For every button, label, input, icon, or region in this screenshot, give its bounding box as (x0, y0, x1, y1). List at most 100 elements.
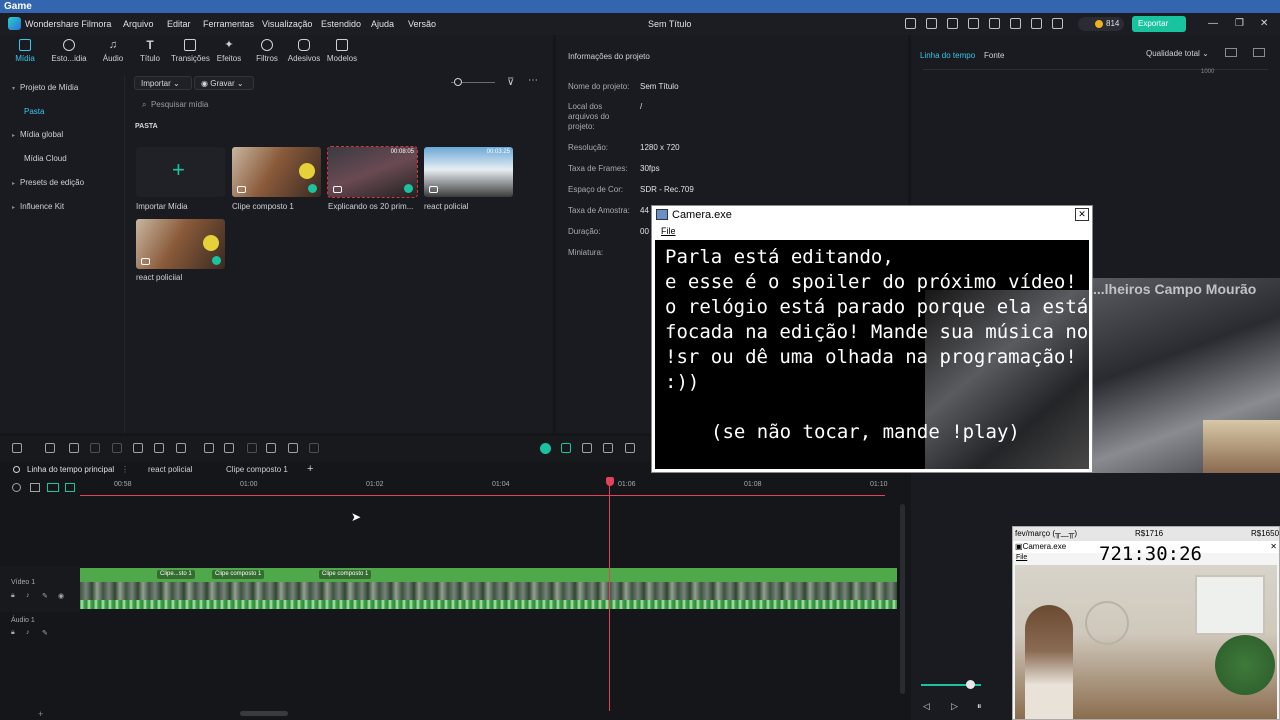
filter-funnel-icon[interactable]: ⊽ (507, 77, 514, 88)
maximize-icon[interactable]: ❐ (1235, 18, 1244, 29)
speed-icon[interactable] (224, 443, 234, 453)
menu-ferramentas[interactable]: Ferramentas (203, 19, 254, 29)
tab-stock-media[interactable]: Esto...idia (50, 39, 88, 63)
menu-versao[interactable]: Versão (408, 19, 436, 29)
select-arrow-icon[interactable] (45, 443, 55, 453)
snap-icon[interactable] (561, 443, 571, 453)
file-menu[interactable]: File (1016, 554, 1027, 561)
media-thumb-clipe-composto[interactable] (232, 147, 321, 197)
sidebar-item-influence-kit[interactable]: ▸ Influence Kit (12, 200, 64, 214)
magnet-icon[interactable] (47, 483, 59, 492)
redo-icon[interactable] (90, 443, 100, 453)
more-options-icon[interactable]: ⋯ (528, 75, 538, 86)
prev-frame-icon[interactable]: ◁ (923, 701, 930, 712)
file-menu[interactable]: File (661, 226, 676, 236)
menu-ajuda[interactable]: Ajuda (371, 19, 394, 29)
menu-editar[interactable]: Editar (167, 19, 191, 29)
timeline-vertical-scrollbar[interactable] (900, 504, 905, 694)
sidebar-item-midia-global[interactable]: ▸ Mídia global (12, 128, 63, 142)
pause-icon[interactable]: ⏸ (977, 701, 982, 712)
cloud-icon[interactable] (1010, 18, 1021, 29)
import-dropdown[interactable]: Importar ⌄ (134, 76, 192, 90)
tab-react-policial[interactable]: react policial (148, 465, 192, 474)
quality-dropdown[interactable]: Qualidade total ⌄ (1146, 48, 1212, 60)
snapshot-icon[interactable] (1225, 48, 1237, 57)
track-lock-icon[interactable]: 🔒︎ (11, 592, 15, 600)
timeline-scrollbar[interactable] (240, 711, 288, 716)
mic-icon[interactable] (603, 443, 613, 453)
record-dropdown[interactable]: ◉ Gravar ⌄ (194, 76, 254, 90)
audio-mix-icon[interactable] (625, 443, 635, 453)
ai-tool-icon[interactable] (288, 443, 298, 453)
add-tab-icon[interactable]: + (307, 463, 313, 475)
media-thumb-explicando[interactable]: 00:08:05 (327, 146, 418, 198)
tab-audio[interactable]: ♫ Áudio (94, 39, 132, 63)
tab-templates[interactable]: Modelos (323, 39, 361, 63)
tab-main-timeline[interactable]: Linha do tempo principal (27, 465, 114, 474)
crop-icon[interactable] (176, 443, 186, 453)
close-icon[interactable]: ✕ (1075, 208, 1089, 221)
close-icon[interactable]: ✕ (1260, 18, 1268, 29)
delete-icon[interactable] (112, 443, 122, 453)
keyboard-icon[interactable] (968, 18, 979, 29)
tab-transitions[interactable]: Transições (171, 39, 210, 63)
close-icon[interactable]: ✕ (1270, 542, 1277, 551)
search-input[interactable]: ⌕ Pesquisar mídia (134, 97, 539, 113)
split-icon[interactable] (133, 443, 143, 453)
add-track-icon[interactable]: + (38, 709, 43, 719)
tab-title[interactable]: T Título (131, 39, 169, 63)
menu-visualizacao[interactable]: Visualização (262, 19, 312, 29)
tab-source-view[interactable]: Fonte (984, 51, 1004, 60)
freeze-icon[interactable] (266, 443, 276, 453)
sidebar-item-midia-cloud[interactable]: Mídia Cloud (24, 152, 67, 166)
link-icon[interactable] (30, 483, 40, 492)
send-icon[interactable] (926, 18, 937, 29)
volume-slider-handle[interactable] (966, 680, 975, 689)
fullscreen-icon[interactable] (1253, 48, 1265, 57)
shield-icon[interactable] (582, 443, 592, 453)
timeline-icon (13, 466, 20, 473)
tab-clipe-composto[interactable]: Clipe composto 1 (226, 465, 288, 474)
menu-arquivo[interactable]: Arquivo (123, 19, 154, 29)
tab-effects[interactable]: ✦ Efeitos (210, 39, 248, 63)
tab-timeline-view[interactable]: Linha do tempo (920, 51, 975, 60)
track-lock-icon[interactable]: 🔒︎ (11, 629, 15, 637)
headset-icon[interactable] (1031, 18, 1042, 29)
zoom-slider-handle[interactable] (454, 78, 462, 86)
media-thumb-react-policial[interactable]: 00:03:25 (424, 147, 513, 197)
tab-filters[interactable]: Filtros (248, 39, 286, 63)
more-tools-icon[interactable] (309, 443, 319, 453)
tab-media[interactable]: Mídia (6, 39, 44, 63)
sidebar-item-presets[interactable]: ▸ Presets de edição (12, 176, 84, 190)
undo-icon[interactable] (69, 443, 79, 453)
render-icon[interactable] (540, 443, 551, 454)
text-tool-icon[interactable] (154, 443, 164, 453)
import-media-tile[interactable]: + (136, 147, 225, 197)
marker-icon[interactable] (247, 443, 257, 453)
credits-badge[interactable]: 814 (1078, 17, 1124, 31)
sidebar-item-projeto-de-midia[interactable]: ▾ Projeto de Mídia (12, 81, 78, 95)
track-audio-icon[interactable]: ♪ (26, 629, 30, 636)
playhead-line[interactable] (609, 485, 610, 711)
gift-icon[interactable] (905, 18, 916, 29)
media-thumb-react-policiial[interactable] (136, 219, 225, 269)
playhead-handle[interactable] (606, 477, 614, 486)
track-settings-icon[interactable] (12, 483, 21, 492)
track-mute-icon[interactable]: ✎ (42, 629, 48, 637)
auto-ripple-icon[interactable] (65, 483, 75, 492)
grid-icon[interactable] (1052, 18, 1063, 29)
save-icon[interactable] (989, 18, 1000, 29)
track-audio-icon[interactable]: ♪ (26, 592, 30, 599)
tab-stickers[interactable]: Adesivos (285, 39, 323, 63)
play-icon[interactable]: ▷ (951, 701, 958, 712)
layout-grid-icon[interactable] (12, 443, 22, 453)
minimize-icon[interactable]: — (1208, 18, 1218, 29)
track-mute-icon[interactable]: ✎ (42, 592, 48, 600)
tab-options-icon[interactable]: ⋮ (121, 465, 129, 474)
color-icon[interactable] (204, 443, 214, 453)
sidebar-item-pasta[interactable]: Pasta (24, 105, 44, 119)
export-button[interactable]: Exportar (1132, 16, 1186, 32)
monitor-icon[interactable] (947, 18, 958, 29)
track-visibility-icon[interactable]: ◉ (58, 592, 64, 600)
menu-estendido[interactable]: Estendido (321, 19, 361, 29)
